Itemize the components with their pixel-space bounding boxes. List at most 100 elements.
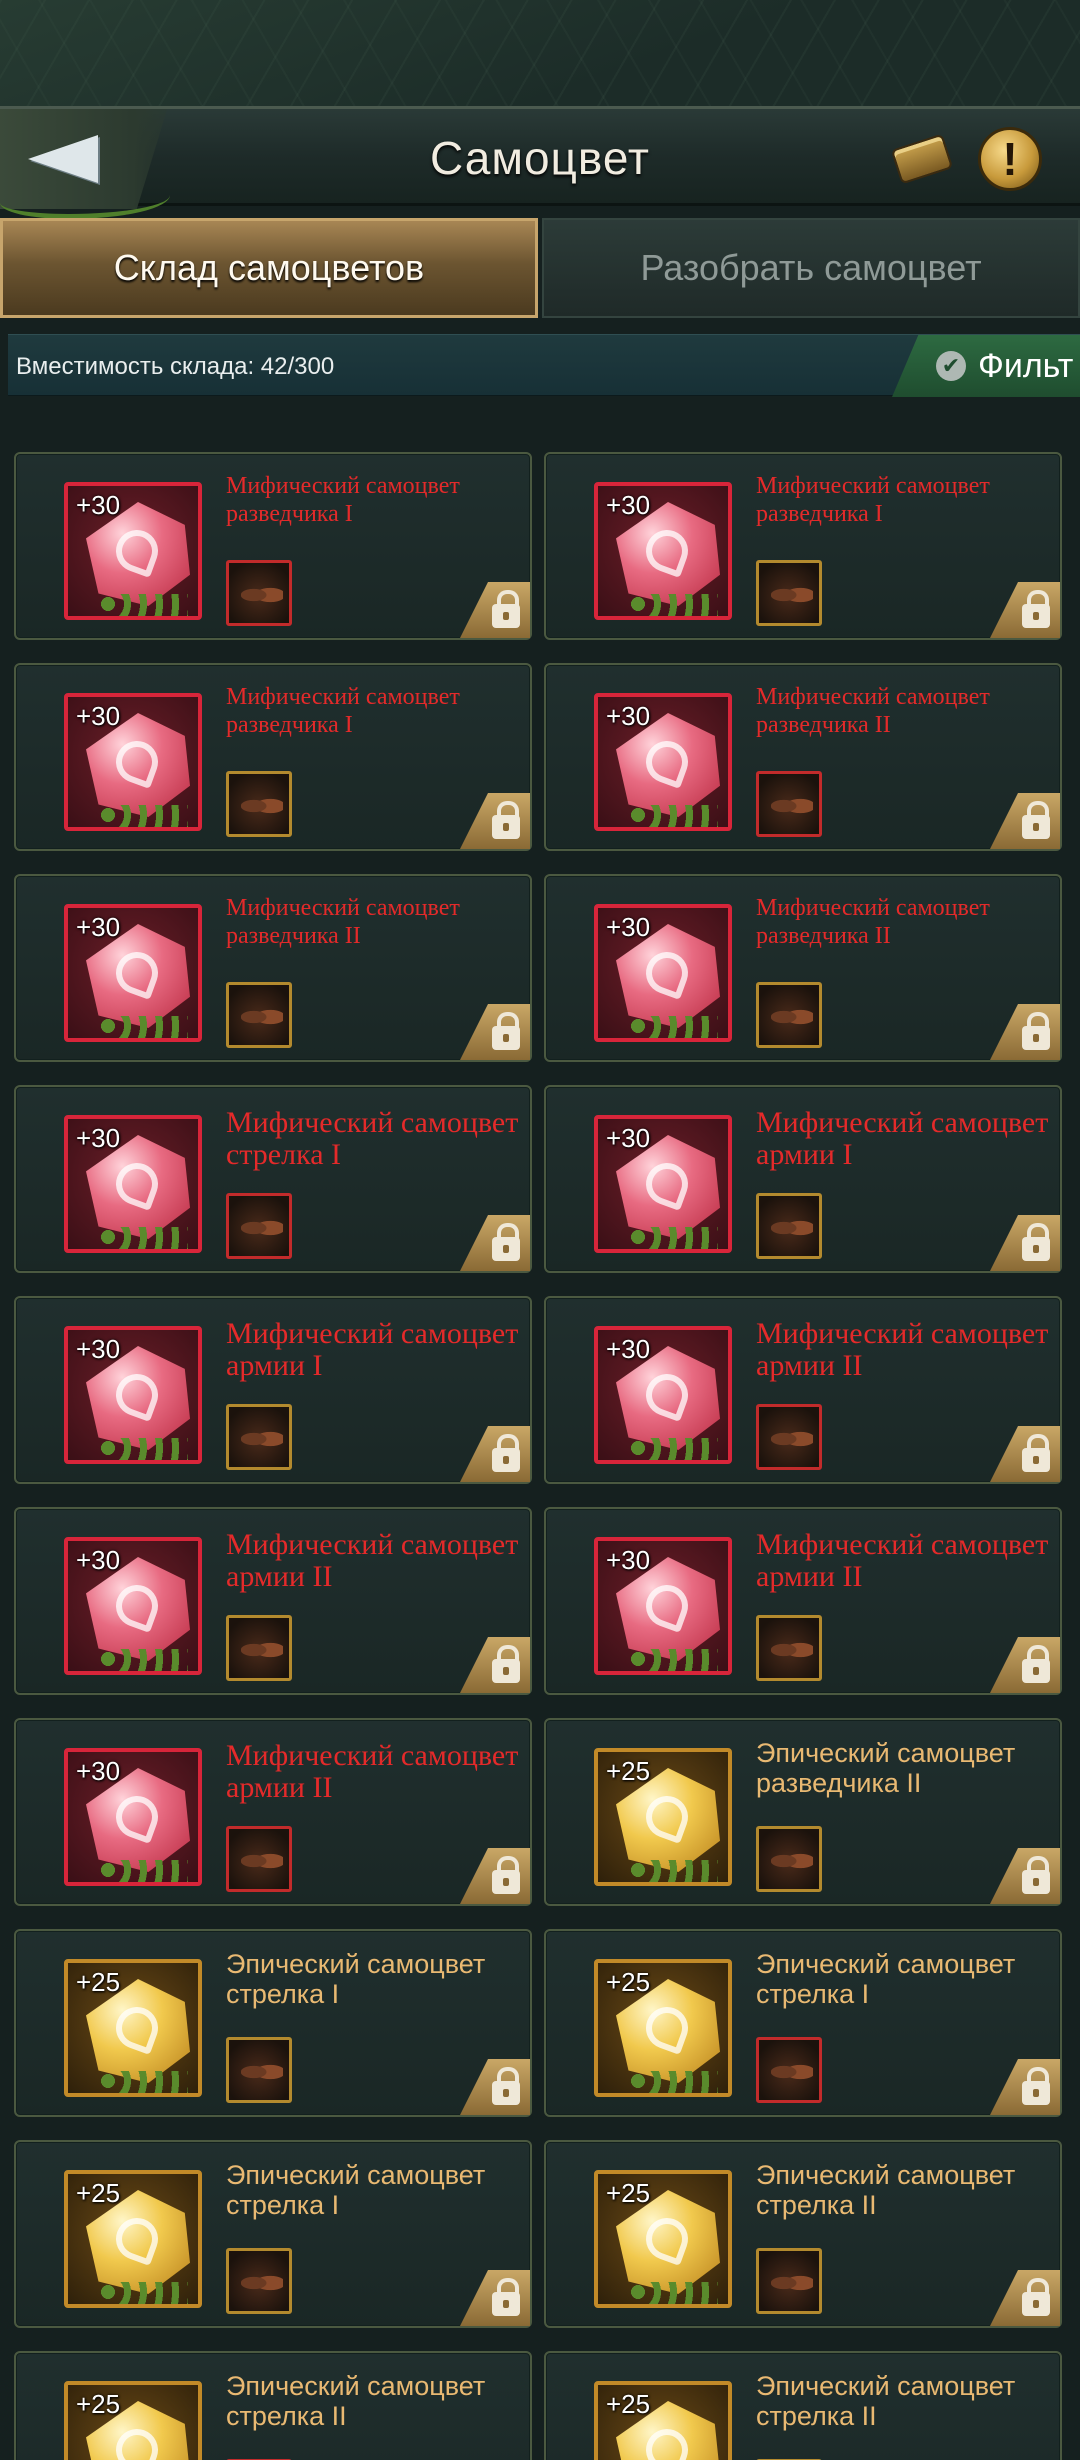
lock-button[interactable] [460,582,530,638]
gem-card[interactable]: +30 Мифический самоцвет армии II [14,1507,532,1695]
gem-level: +30 [76,701,121,731]
gem-name: Эпический самоцвет стрелка II [756,2371,1016,2431]
gem-name: Мифический самоцвет армии I [226,1317,519,1382]
lock-button[interactable] [990,2059,1060,2115]
capacity-text: Вместимость склада: 42/300 [16,353,335,380]
gem-icon: +30 [64,693,202,831]
gem-level: +25 [76,2178,121,2208]
gem-card[interactable]: +30 Мифический самоцвет разведчика II [14,874,532,1062]
gem-grid: +30 Мифический самоцвет разведчика I +30 Ми… [14,452,1066,2460]
gem-level: +30 [76,1123,121,1153]
ant-unit-icon [756,982,822,1048]
gem-level: +25 [606,2389,651,2419]
gem-card[interactable]: +30 Мифический самоцвет разведчика I [14,452,532,640]
gem-card[interactable]: +25 Эпический самоцвет стрелка II [544,2351,1062,2460]
gem-name: Мифический самоцвет армии II [756,1528,1049,1593]
lock-button[interactable] [990,1848,1060,1904]
gem-card[interactable]: +30 Мифический самоцвет армии I [14,1296,532,1484]
gem-card[interactable]: +30 Мифический самоцвет армии II [544,1296,1062,1484]
gem-card[interactable]: +30 Мифический самоцвет разведчика II [544,663,1062,851]
lock-button[interactable] [460,793,530,849]
gem-card[interactable]: +30 Мифический самоцвет разведчика I [544,452,1062,640]
lock-button[interactable] [460,1848,530,1904]
background-banner [0,0,1080,110]
lock-button[interactable] [460,1215,530,1271]
gem-name: Эпический самоцвет разведчика II [756,1738,1016,1798]
filter-button[interactable]: ✔ Фильт [892,335,1080,397]
gem-card[interactable]: +30 Мифический самоцвет армии I [544,1085,1062,1273]
lock-icon [1022,801,1050,839]
lock-button[interactable] [460,2059,530,2115]
lock-button[interactable] [990,1004,1060,1060]
gem-icon: +25 [594,1959,732,2097]
lock-icon [492,1223,520,1261]
gem-name: Мифический самоцвет армии I [756,1106,1049,1171]
gem-card[interactable]: +25 Эпический самоцвет стрелка I [14,1929,532,2117]
lock-button[interactable] [990,1426,1060,1482]
tab-gem-storage[interactable]: Склад самоцветов [0,218,538,318]
gem-card[interactable]: +30 Мифический самоцвет разведчика I [14,663,532,851]
lock-icon [492,801,520,839]
gem-level: +25 [606,1967,651,1997]
gem-level: +30 [76,1756,121,1786]
gem-icon: +30 [64,1537,202,1675]
lock-button[interactable] [990,1637,1060,1693]
lock-button[interactable] [460,1426,530,1482]
back-arrow-icon [28,135,98,183]
capacity-bar: Вместимость склада: 42/300 ✔ Фильт [8,334,1080,397]
gem-icon: +30 [594,693,732,831]
gem-card[interactable]: +25 Эпический самоцвет разведчика II [544,1718,1062,1906]
tab-disassemble-gem[interactable]: Разобрать самоцвет [542,218,1080,318]
gem-level: +25 [606,1756,651,1786]
lock-button[interactable] [990,1215,1060,1271]
gem-name: Эпический самоцвет стрелка II [226,2371,486,2431]
ant-unit-icon [756,1826,822,1892]
lock-icon [492,1856,520,1894]
gem-card[interactable]: +25 Эпический самоцвет стрелка I [544,1929,1062,2117]
page-title: Самоцвет [430,132,650,184]
gem-level: +30 [606,1334,651,1364]
lock-icon [1022,590,1050,628]
lock-icon [492,1645,520,1683]
ant-unit-icon [756,1615,822,1681]
gem-card[interactable]: +25 Эпический самоцвет стрелка II [14,2351,532,2460]
ant-unit-icon [756,2248,822,2314]
ant-unit-icon [226,1615,292,1681]
gem-name: Мифический самоцвет стрелка I [226,1106,519,1171]
lock-button[interactable] [990,582,1060,638]
gem-level: +30 [76,490,121,520]
gem-name: Мифический самоцвет армии II [226,1739,519,1804]
gem-level: +30 [76,912,121,942]
gem-card[interactable]: +30 Мифический самоцвет армии II [14,1718,532,1906]
gem-chest-icon[interactable] [890,129,954,189]
gem-icon: +30 [64,1748,202,1886]
gem-level: +25 [606,2178,651,2208]
ant-unit-icon [756,560,822,626]
gem-card[interactable]: +30 Мифический самоцвет армии II [544,1507,1062,1695]
lock-button[interactable] [990,793,1060,849]
gem-name: Эпический самоцвет стрелка I [756,1949,1016,2009]
lock-button[interactable] [460,2270,530,2326]
lock-icon [492,2067,520,2105]
lock-icon [1022,1434,1050,1472]
gem-card[interactable]: +30 Мифический самоцвет стрелка I [14,1085,532,1273]
gem-card[interactable]: +25 Эпический самоцвет стрелка I [14,2140,532,2328]
lock-icon [1022,2278,1050,2316]
lock-icon [492,2278,520,2316]
lock-button[interactable] [460,1637,530,1693]
tab-bar: Склад самоцветов Разобрать самоцвет [0,218,1080,322]
gem-icon: +25 [594,2170,732,2308]
lock-button[interactable] [460,1004,530,1060]
lock-icon [492,1434,520,1472]
gem-card[interactable]: +30 Мифический самоцвет разведчика II [544,874,1062,1062]
gem-level: +30 [606,912,651,942]
info-icon[interactable]: ! [978,127,1042,191]
gem-level: +30 [606,490,651,520]
gem-card[interactable]: +25 Эпический самоцвет стрелка II [544,2140,1062,2328]
lock-button[interactable] [990,2270,1060,2326]
lock-icon [1022,1012,1050,1050]
gem-icon: +30 [594,1115,732,1253]
gem-name: Мифический самоцвет армии II [226,1528,519,1593]
gem-name: Мифический самоцвет разведчика I [226,473,460,527]
gem-level: +25 [76,2389,121,2419]
